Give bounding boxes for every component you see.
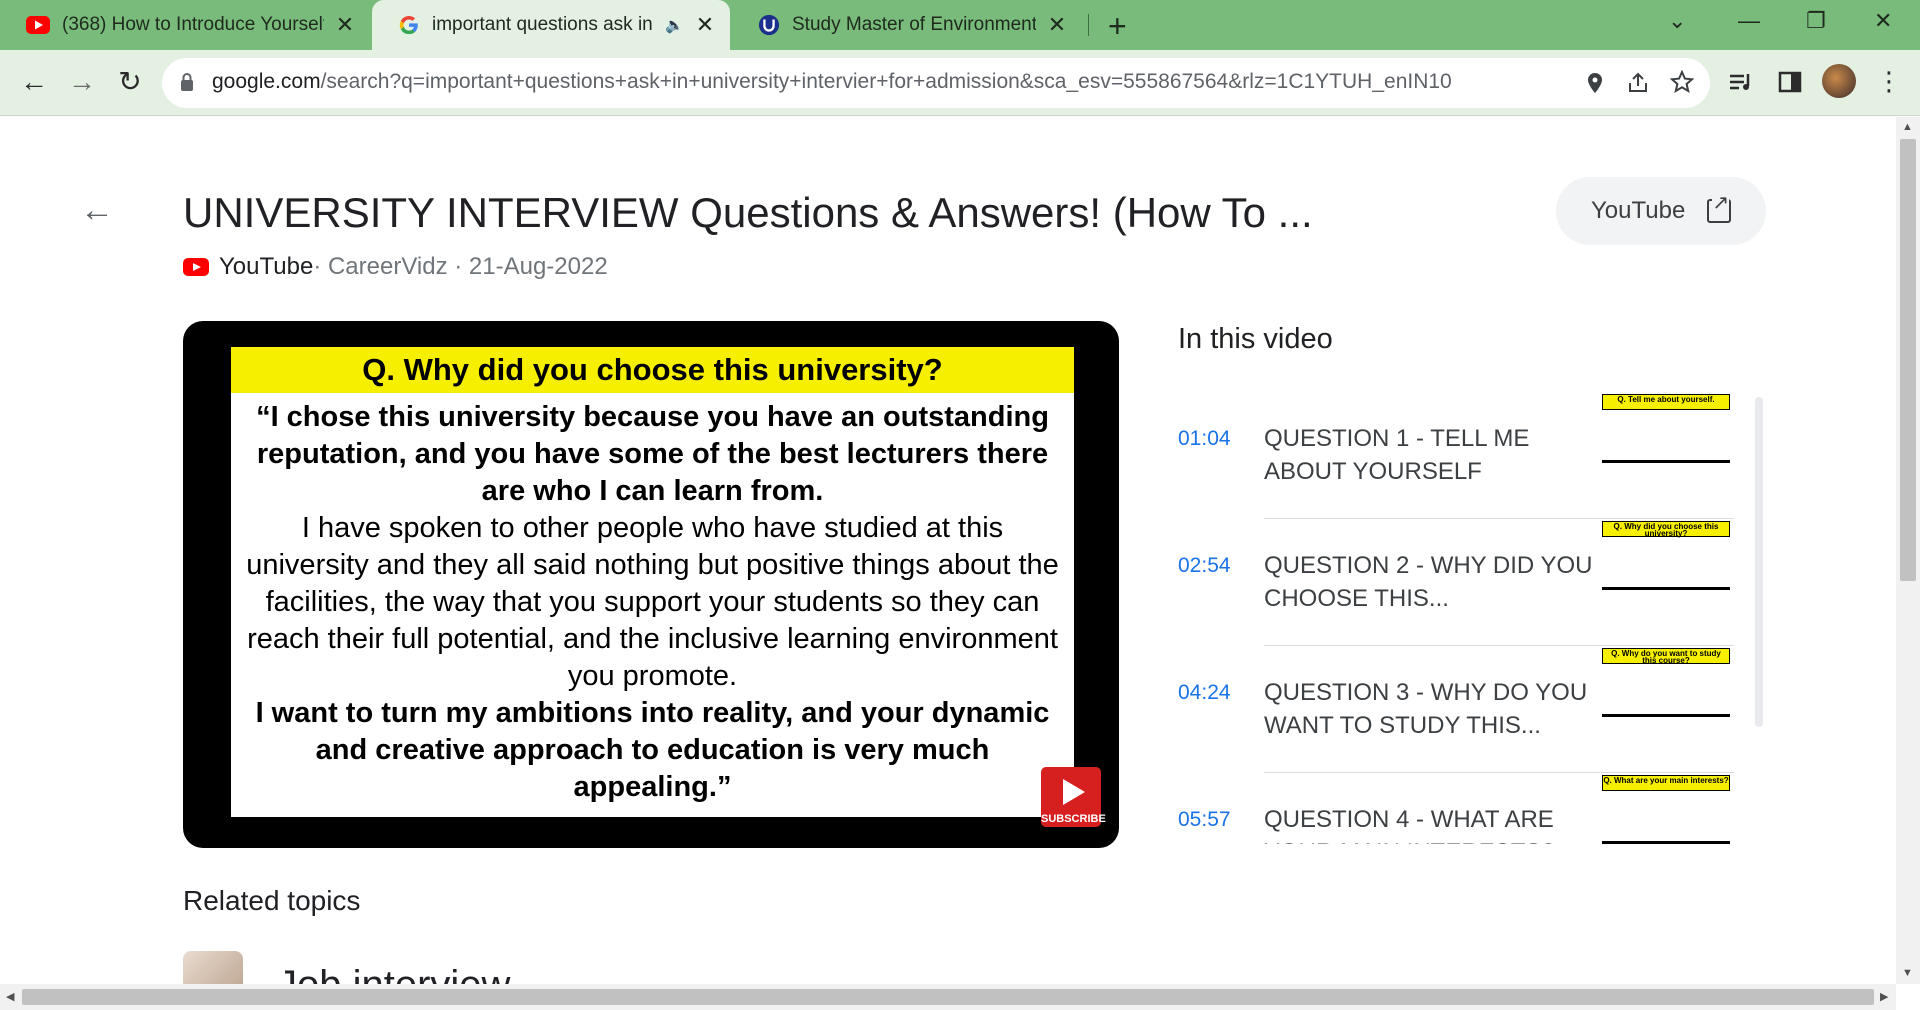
university-icon	[758, 14, 780, 36]
slide-paragraph: I want to turn my ambitions into reality…	[255, 697, 1050, 803]
video-source-line: YouTube · CareerVidz · 21-Aug-2022	[183, 253, 608, 281]
tab-close-icon[interactable]: ✕	[694, 12, 716, 38]
open-youtube-button[interactable]: YouTube	[1556, 177, 1766, 245]
url-text[interactable]: google.com/search?q=important+questions+…	[212, 70, 1452, 94]
related-topics-heading: Related topics	[183, 885, 361, 916]
video-source[interactable]: YouTube	[219, 253, 313, 281]
video-frame: Q. Why did you choose this university? “…	[231, 347, 1074, 817]
chapter-thumbnail[interactable]: Q. What are your main interests?	[1602, 775, 1730, 844]
slide-answer: “I chose this university because you hav…	[231, 393, 1074, 806]
tab-title: important questions ask in univers	[432, 14, 657, 35]
vertical-scroll-thumb[interactable]	[1900, 139, 1916, 581]
video-title[interactable]: UNIVERSITY INTERVIEW Questions & Answers…	[183, 189, 1313, 237]
share-icon[interactable]	[1626, 71, 1650, 95]
scroll-right-arrow-icon[interactable]: ▶	[1880, 990, 1888, 1003]
chapter-thumbnail-caption: Q. Tell me about yourself.	[1602, 394, 1730, 410]
tab-separator	[1088, 14, 1089, 36]
lock-icon[interactable]	[180, 72, 194, 92]
slide-paragraph: “I chose this university because you hav…	[256, 401, 1049, 507]
related-topic-label[interactable]: Job interview	[277, 963, 510, 984]
chapter-thumbnail[interactable]: Q. Why did you choose this university?	[1602, 521, 1730, 591]
tab-close-icon[interactable]: ✕	[1046, 12, 1068, 38]
youtube-icon	[26, 16, 50, 34]
tab-title: (368) How to Introduce Yourself?	[62, 14, 324, 35]
related-topic-item[interactable]: Job interview	[183, 951, 510, 984]
chapter-thumbnail-caption: Q. What are your main interests?	[1602, 775, 1730, 791]
chapters-list: 01:04 QUESTION 1 - TELL ME ABOUT YOURSEL…	[1178, 392, 1738, 844]
side-panel-icon[interactable]	[1778, 70, 1802, 94]
slide-paragraph: I have spoken to other people who have s…	[246, 512, 1059, 692]
address-bar[interactable]: google.com/search?q=important+questions+…	[162, 58, 1710, 108]
chapter-label[interactable]: QUESTION 2 - WHY DID YOU CHOOSE THIS...	[1264, 549, 1594, 615]
forward-button[interactable]: →	[62, 62, 102, 102]
youtube-icon	[183, 258, 209, 276]
chapter-time[interactable]: 05:57	[1178, 808, 1231, 832]
chapter-thumbnail[interactable]: Q. Tell me about yourself.	[1602, 394, 1730, 464]
thumbnail-rule	[1602, 841, 1730, 844]
thumbnail-rule	[1602, 460, 1730, 463]
browser-toolbar: ← → ↻ google.com/search?q=important+ques…	[0, 50, 1920, 116]
star-icon[interactable]	[1670, 70, 1694, 94]
slide-question: Q. Why did you choose this university?	[231, 347, 1074, 393]
chapter-item[interactable]: 01:04 QUESTION 1 - TELL ME ABOUT YOURSEL…	[1178, 392, 1738, 519]
chapter-item[interactable]: 04:24 QUESTION 3 - WHY DO YOU WANT TO ST…	[1178, 646, 1738, 773]
chapters-scrollbar[interactable]	[1755, 397, 1763, 727]
thumbnail-rule	[1602, 587, 1730, 590]
thumbnail-rule	[1602, 714, 1730, 717]
horizontal-scrollbar[interactable]: ◀ ▶	[0, 984, 1896, 1010]
vertical-scrollbar[interactable]: ▲ ▼	[1896, 117, 1920, 984]
scroll-left-arrow-icon[interactable]: ◀	[6, 990, 14, 1003]
tab-university[interactable]: Study Master of Environmental Scie ✕	[732, 0, 1082, 50]
tab-title: Study Master of Environmental Scie	[792, 14, 1036, 35]
play-icon	[1063, 779, 1085, 805]
video-meta: · CareerVidz · 21-Aug-2022	[313, 253, 608, 280]
chapter-item[interactable]: 02:54 QUESTION 2 - WHY DID YOU CHOOSE TH…	[1178, 519, 1738, 646]
chapter-label[interactable]: QUESTION 1 - TELL ME ABOUT YOURSELF	[1264, 422, 1594, 488]
tab-google-search[interactable]: important questions ask in univers 🔈 ✕	[372, 0, 730, 50]
related-topic-thumbnail[interactable]	[183, 951, 243, 984]
scroll-up-arrow-icon[interactable]: ▲	[1902, 121, 1913, 133]
restore-button[interactable]: ❐	[1806, 8, 1826, 34]
external-link-icon	[1707, 193, 1732, 223]
chapter-thumbnail-caption: Q. Why did you choose this university?	[1602, 521, 1730, 538]
speaker-icon[interactable]: 🔈	[665, 16, 684, 34]
horizontal-scroll-thumb[interactable]	[22, 989, 1874, 1005]
subscribe-badge[interactable]: SUBSCRIBE	[1041, 767, 1106, 827]
profile-avatar[interactable]	[1822, 64, 1856, 98]
chapter-label[interactable]: QUESTION 3 - WHY DO YOU WANT TO STUDY TH…	[1264, 676, 1594, 742]
open-youtube-label: YouTube	[1591, 197, 1686, 224]
chapters-heading: In this video	[1178, 323, 1333, 355]
page-content: ← UNIVERSITY INTERVIEW Questions & Answe…	[0, 117, 1896, 984]
tab-close-icon[interactable]: ✕	[334, 12, 356, 38]
menu-icon[interactable]: ⋮	[1876, 66, 1902, 97]
video-player[interactable]: Q. Why did you choose this university? “…	[183, 321, 1119, 848]
media-control-icon[interactable]	[1728, 70, 1754, 94]
url-path: /search?q=important+questions+ask+in+uni…	[320, 70, 1452, 93]
new-tab-button[interactable]: +	[1108, 8, 1127, 45]
tab-strip: (368) How to Introduce Yourself? ✕ impor…	[0, 0, 1920, 50]
chapter-thumbnail[interactable]: Q. Why do you want to study this course?	[1602, 648, 1730, 718]
chapter-time[interactable]: 01:04	[1178, 427, 1231, 451]
chapter-label[interactable]: QUESTION 4 - WHAT ARE YOUR MAIN INTEREST…	[1264, 803, 1594, 844]
chapter-item[interactable]: 05:57 QUESTION 4 - WHAT ARE YOUR MAIN IN…	[1178, 773, 1738, 844]
minimize-button[interactable]: —	[1738, 8, 1760, 34]
tab-youtube[interactable]: (368) How to Introduce Yourself? ✕	[0, 0, 370, 50]
location-pin-icon[interactable]	[1586, 72, 1604, 94]
scroll-down-arrow-icon[interactable]: ▼	[1902, 967, 1913, 979]
tab-search-button[interactable]: ⌄	[1668, 8, 1686, 34]
url-domain: google.com	[212, 70, 321, 93]
back-button[interactable]: ←	[14, 62, 54, 102]
chapter-time[interactable]: 04:24	[1178, 681, 1231, 705]
reload-button[interactable]: ↻	[110, 62, 150, 102]
back-arrow-icon[interactable]: ←	[80, 191, 114, 230]
close-window-button[interactable]: ✕	[1874, 8, 1892, 34]
chapter-thumbnail-caption: Q. Why do you want to study this course?	[1602, 648, 1730, 665]
chapter-time[interactable]: 02:54	[1178, 554, 1231, 578]
google-icon	[399, 15, 418, 35]
subscribe-label: SUBSCRIBE	[1041, 813, 1106, 825]
browser-window: (368) How to Introduce Yourself? ✕ impor…	[0, 0, 1920, 1010]
